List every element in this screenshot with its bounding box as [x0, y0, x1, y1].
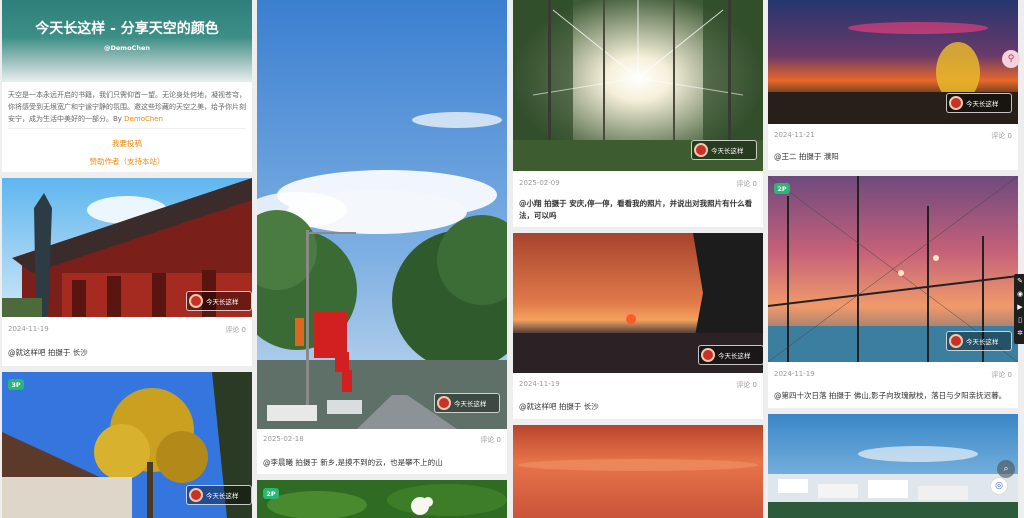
- watermark: 今天长这样: [691, 140, 757, 160]
- post-date: 2024-11-19: [519, 380, 560, 388]
- avatar-icon: [189, 294, 203, 308]
- avatar-icon: [189, 488, 203, 502]
- comment-count[interactable]: 评论 0: [736, 179, 757, 189]
- site-title: 今天长这样 - 分享天空的颜色: [35, 21, 219, 37]
- post-card-forest[interactable]: 今天长这样 2025-02-09 评论 0 @小翔 拍摄于 安庆,停一停，看看我…: [513, 0, 763, 227]
- post-card-temple[interactable]: 今天长这样 2024-11-19 评论 0 @就这样吧 拍摄于 长沙: [2, 178, 252, 366]
- post-card-court[interactable]: 2P 今天长这样 2024-11-19 评论 0 @第四十次日落 拍摄于 佛山,…: [768, 176, 1018, 408]
- camera-icon[interactable]: ◉: [1016, 290, 1024, 298]
- post-caption: @第四十次日落 拍摄于 佛山,影子向玫瑰献枝，落日与夕阳亲抚迟暮。: [774, 391, 1007, 400]
- watermark: 今天长这样: [946, 331, 1012, 351]
- watermark: 今天长这样: [698, 345, 763, 365]
- intro-banner: 今天长这样 - 分享天空的颜色 @DemoChen: [2, 0, 252, 82]
- watermark: 今天长这样: [946, 93, 1012, 113]
- post-date: 2025-02-09: [519, 179, 560, 187]
- post-meta: 2025-02-09 评论 0: [519, 179, 757, 189]
- post-photo[interactable]: [768, 414, 1018, 518]
- comment-count[interactable]: 评论 0: [991, 131, 1012, 141]
- link-icon[interactable]: ⚲: [1002, 50, 1020, 68]
- masonry-column-4: 今天长这样 2024-11-21 评论 0 @王二 拍摄于 濮阳 2P 今天长这…: [768, 0, 1018, 518]
- post-card-flower[interactable]: 2P: [257, 480, 507, 518]
- intro-description: 天空是一本永远开启的书籍，我们只需仰首一望。无论身处何地，凝视苍穹，你将感受到无…: [8, 89, 246, 125]
- post-caption: @就这样吧 拍摄于 长沙: [519, 402, 599, 411]
- video-icon[interactable]: ▶: [1016, 303, 1024, 311]
- bookmark-icon[interactable]: ▯: [1016, 316, 1024, 324]
- watermark: 今天长这样: [186, 291, 252, 311]
- post-meta: 2025-02-18 评论 0: [263, 435, 501, 445]
- photo-count-badge: 2P: [774, 183, 790, 194]
- masonry-column-1: 今天长这样 - 分享天空的颜色 @DemoChen 天空是一本永远开启的书籍，我…: [2, 0, 252, 518]
- sponsor-link[interactable]: 赞助作者（支持本站）: [2, 156, 252, 167]
- post-meta: 2024-11-19 评论 0: [774, 370, 1012, 380]
- gear-icon[interactable]: ✲: [1016, 329, 1024, 337]
- post-meta: 2024-11-21 评论 0: [774, 131, 1012, 141]
- divider: [8, 128, 246, 129]
- post-card-redsky[interactable]: [513, 425, 763, 518]
- masonry-column-2: 今天长这样 2025-02-18 评论 0 @李晨曦 拍摄于 新乡,是摸不到的云…: [257, 0, 507, 518]
- post-card-dusk[interactable]: 今天长这样 2024-11-21 评论 0 @王二 拍摄于 濮阳: [768, 0, 1018, 170]
- post-photo[interactable]: [513, 425, 763, 518]
- submit-link[interactable]: 我要投稿: [2, 138, 252, 149]
- logo-icon[interactable]: ◎: [990, 477, 1008, 495]
- post-photo[interactable]: [257, 0, 507, 429]
- post-card-street[interactable]: 今天长这样 2025-02-18 评论 0 @李晨曦 拍摄于 新乡,是摸不到的云…: [257, 0, 507, 474]
- watermark: 今天长这样: [186, 485, 252, 505]
- photo-count-badge: 3P: [8, 379, 24, 390]
- post-caption: @小翔 拍摄于 安庆,停一停，看看我的照片，并说出对我照片有什么看法，可以吗: [519, 199, 753, 220]
- site-subtitle: @DemoChen: [104, 44, 150, 52]
- post-caption: @就这样吧 拍摄于 长沙: [8, 348, 88, 357]
- comment-count[interactable]: 评论 0: [480, 435, 501, 445]
- comment-count[interactable]: 评论 0: [991, 370, 1012, 380]
- post-caption: @李晨曦 拍摄于 新乡,是摸不到的云，也是攀不上的山: [263, 458, 443, 467]
- side-toolbar: ✎ ◉ ▶ ▯ ✲: [1014, 274, 1024, 344]
- post-meta: 2024-11-19 评论 0: [519, 380, 757, 390]
- comment-count[interactable]: 评论 0: [225, 325, 246, 335]
- post-card-buildings[interactable]: [768, 414, 1018, 518]
- post-card-tree[interactable]: 3P 今天长这样: [2, 372, 252, 518]
- avatar-icon: [949, 334, 963, 348]
- post-date: 2024-11-19: [774, 370, 815, 378]
- post-date: 2024-11-19: [8, 325, 49, 333]
- post-card-seaset[interactable]: 今天长这样 2024-11-19 评论 0 @就这样吧 拍摄于 长沙: [513, 233, 763, 419]
- intro-card: 今天长这样 - 分享天空的颜色 @DemoChen 天空是一本永远开启的书籍，我…: [2, 0, 252, 172]
- avatar-icon: [694, 143, 708, 157]
- watermark: 今天长这样: [434, 393, 500, 413]
- post-meta: 2024-11-19 评论 0: [8, 325, 246, 335]
- post-date: 2025-02-18: [263, 435, 304, 443]
- link-icon[interactable]: ✎: [1016, 277, 1024, 285]
- post-date: 2024-11-21: [774, 131, 815, 139]
- avatar-icon: [949, 96, 963, 110]
- avatar-icon: [437, 396, 451, 410]
- post-caption: @王二 拍摄于 濮阳: [774, 152, 839, 161]
- intro-author-link[interactable]: DemoChen: [124, 115, 163, 123]
- photo-count-badge: 2P: [263, 488, 279, 499]
- avatar-icon: [701, 348, 715, 362]
- comment-count[interactable]: 评论 0: [736, 380, 757, 390]
- masonry-column-3: 今天长这样 2025-02-09 评论 0 @小翔 拍摄于 安庆,停一停，看看我…: [513, 0, 763, 518]
- search-icon[interactable]: ⌕: [997, 460, 1015, 478]
- post-photo[interactable]: [257, 480, 507, 518]
